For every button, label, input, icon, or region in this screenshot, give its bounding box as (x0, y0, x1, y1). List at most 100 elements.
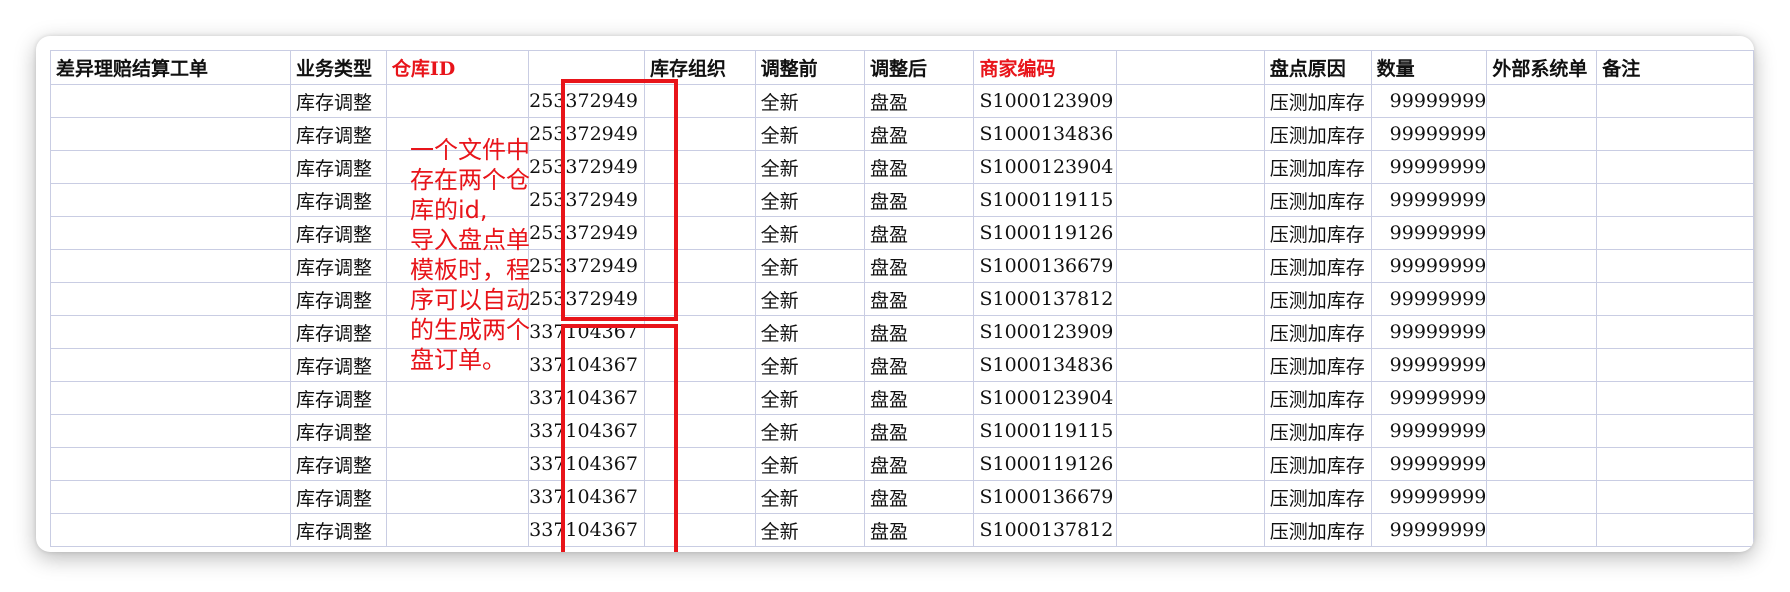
cell-external-order[interactable] (1486, 348, 1598, 382)
cell-before-adjust[interactable]: 全新 (754, 513, 866, 547)
cell-after-adjust[interactable]: 盘盈 (864, 381, 975, 415)
cell-count-reason[interactable]: 压测加库存 (1263, 480, 1372, 514)
cell-remark[interactable] (1596, 381, 1754, 415)
cell-before-adjust[interactable]: 全新 (754, 315, 866, 349)
cell-remark[interactable] (1596, 447, 1754, 481)
cell-before-adjust[interactable]: 全新 (754, 381, 866, 415)
cell-count-reason[interactable]: 压测加库存 (1263, 381, 1372, 415)
cell-count-reason[interactable]: 压测加库存 (1263, 513, 1372, 547)
cell-external-order[interactable] (1486, 183, 1598, 217)
cell-inventory-org[interactable] (643, 183, 756, 217)
cell-remark[interactable] (1596, 414, 1754, 448)
cell-count-reason[interactable]: 压测加库存 (1263, 447, 1372, 481)
cell-after-adjust[interactable]: 盘盈 (864, 447, 975, 481)
cell-merchant-code[interactable]: S1000123904 (973, 150, 1118, 184)
cell-merchant-code[interactable]: S1000119126 (973, 447, 1118, 481)
cell-after-adjust[interactable]: 盘盈 (864, 480, 975, 514)
cell-inventory-org[interactable] (643, 282, 756, 316)
cell-before-adjust[interactable]: 全新 (754, 414, 866, 448)
cell-quantity[interactable]: 99999999 (1370, 117, 1488, 151)
cell-merchant-code-ext[interactable] (1116, 216, 1265, 250)
cell-inventory-org[interactable] (643, 315, 756, 349)
cell-external-order[interactable] (1486, 117, 1598, 151)
cell-count-reason[interactable]: 压测加库存 (1263, 249, 1372, 283)
cell-warehouse-id[interactable] (385, 480, 529, 514)
cell-merchant-code-ext[interactable] (1116, 348, 1265, 382)
cell-quantity[interactable]: 99999999 (1370, 183, 1488, 217)
cell-business-type[interactable]: 库存调整 (290, 216, 387, 250)
cell-external-order[interactable] (1486, 249, 1598, 283)
cell-business-type[interactable]: 库存调整 (290, 117, 387, 151)
cell-external-order[interactable] (1486, 447, 1598, 481)
cell-merchant-code[interactable]: S1000123904 (973, 381, 1118, 415)
cell-merchant-code-ext[interactable] (1116, 447, 1265, 481)
cell-work-order[interactable] (50, 513, 292, 547)
cell-business-type[interactable]: 库存调整 (290, 84, 387, 118)
cell-business-type[interactable]: 库存调整 (290, 249, 387, 283)
cell-merchant-code[interactable]: S1000134836 (973, 348, 1118, 382)
cell-merchant-code[interactable]: S1000119115 (973, 183, 1118, 217)
cell-work-order[interactable] (50, 249, 292, 283)
cell-remark[interactable] (1596, 513, 1754, 547)
cell-remark[interactable] (1596, 84, 1754, 118)
cell-inventory-org[interactable] (643, 480, 756, 514)
cell-inventory-org[interactable] (643, 84, 756, 118)
cell-merchant-code-ext[interactable] (1116, 513, 1265, 547)
cell-merchant-code[interactable]: S1000134836 (973, 117, 1118, 151)
cell-merchant-code-ext[interactable] (1116, 480, 1265, 514)
cell-business-type[interactable]: 库存调整 (290, 315, 387, 349)
cell-merchant-code-ext[interactable] (1116, 381, 1265, 415)
cell-external-order[interactable] (1486, 84, 1598, 118)
cell-after-adjust[interactable]: 盘盈 (864, 282, 975, 316)
cell-work-order[interactable] (50, 117, 292, 151)
cell-after-adjust[interactable]: 盘盈 (864, 183, 975, 217)
cell-merchant-code-ext[interactable] (1116, 249, 1265, 283)
header-cell-merchant-code-ext[interactable] (1116, 50, 1265, 85)
cell-count-reason[interactable]: 压测加库存 (1263, 117, 1372, 151)
header-cell-warehouse-id[interactable]: 仓库ID (385, 50, 529, 85)
cell-external-order[interactable] (1486, 216, 1598, 250)
cell-business-type[interactable]: 库存调整 (290, 183, 387, 217)
cell-remark[interactable] (1596, 216, 1754, 250)
cell-after-adjust[interactable]: 盘盈 (864, 117, 975, 151)
cell-work-order[interactable] (50, 480, 292, 514)
cell-quantity[interactable]: 99999999 (1370, 84, 1488, 118)
cell-before-adjust[interactable]: 全新 (754, 84, 866, 118)
cell-work-order[interactable] (50, 282, 292, 316)
cell-warehouse-id-value[interactable]: 337104367 (527, 447, 645, 481)
cell-after-adjust[interactable]: 盘盈 (864, 513, 975, 547)
cell-count-reason[interactable]: 压测加库存 (1263, 414, 1372, 448)
cell-merchant-code-ext[interactable] (1116, 150, 1265, 184)
cell-warehouse-id[interactable] (385, 414, 529, 448)
cell-business-type[interactable]: 库存调整 (290, 381, 387, 415)
cell-remark[interactable] (1596, 150, 1754, 184)
cell-work-order[interactable] (50, 183, 292, 217)
cell-merchant-code-ext[interactable] (1116, 183, 1265, 217)
cell-after-adjust[interactable]: 盘盈 (864, 150, 975, 184)
cell-merchant-code-ext[interactable] (1116, 282, 1265, 316)
cell-warehouse-id-value[interactable]: 337104367 (527, 480, 645, 514)
cell-count-reason[interactable]: 压测加库存 (1263, 150, 1372, 184)
cell-work-order[interactable] (50, 447, 292, 481)
cell-count-reason[interactable]: 压测加库存 (1263, 84, 1372, 118)
cell-quantity[interactable]: 99999999 (1370, 513, 1488, 547)
cell-before-adjust[interactable]: 全新 (754, 282, 866, 316)
cell-external-order[interactable] (1486, 282, 1598, 316)
cell-business-type[interactable]: 库存调整 (290, 348, 387, 382)
cell-external-order[interactable] (1486, 513, 1598, 547)
cell-remark[interactable] (1596, 348, 1754, 382)
cell-business-type[interactable]: 库存调整 (290, 282, 387, 316)
cell-before-adjust[interactable]: 全新 (754, 216, 866, 250)
header-cell-inventory-org[interactable]: 库存组织 (643, 50, 756, 85)
cell-business-type[interactable]: 库存调整 (290, 150, 387, 184)
cell-warehouse-id-value[interactable]: 337104367 (527, 414, 645, 448)
cell-merchant-code[interactable]: S1000123909 (973, 315, 1118, 349)
cell-warehouse-id-value[interactable]: 253372949 (527, 84, 645, 118)
cell-warehouse-id[interactable] (385, 447, 529, 481)
cell-remark[interactable] (1596, 183, 1754, 217)
cell-before-adjust[interactable]: 全新 (754, 183, 866, 217)
cell-work-order[interactable] (50, 216, 292, 250)
header-cell-after-adjust[interactable]: 调整后 (864, 50, 975, 85)
cell-external-order[interactable] (1486, 315, 1598, 349)
cell-merchant-code-ext[interactable] (1116, 315, 1265, 349)
